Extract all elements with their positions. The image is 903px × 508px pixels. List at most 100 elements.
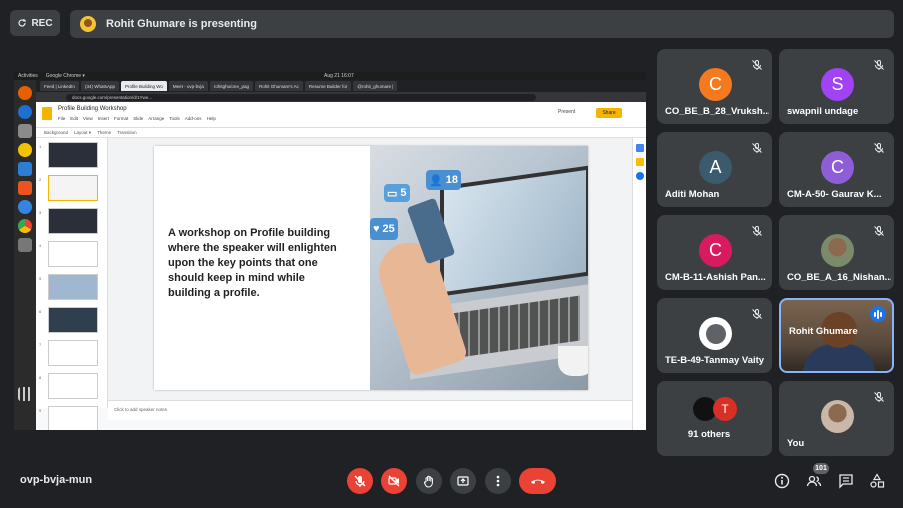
chat-icon — [839, 474, 853, 489]
comments-bubble: ▭ 5 — [384, 184, 410, 202]
coffee-cup — [558, 346, 588, 376]
camera-toggle-button[interactable] — [381, 468, 407, 494]
ubuntu-top-bar: Activities Google Chrome ▾ Aug 21 16:07 — [14, 72, 646, 80]
hang-up-icon — [530, 479, 545, 484]
slides-menu-item: Help — [206, 116, 216, 121]
presenting-banner[interactable]: Rohit Ghumare is presenting — [70, 10, 894, 38]
slide-thumbnail — [48, 406, 98, 430]
usb-icon — [18, 238, 32, 252]
participant-name: swapnil undage — [787, 106, 859, 117]
mic-off-icon — [751, 58, 763, 70]
slides-title: Profile Building Workshop — [58, 106, 127, 112]
meeting-details-button[interactable] — [773, 472, 791, 490]
activities-button[interactable] — [868, 472, 886, 490]
slide-photo: ▭ 5 👤 18 ♥ 25 — [370, 146, 588, 390]
files-icon — [18, 124, 32, 138]
speaking-indicator-icon — [870, 306, 886, 322]
chrome-tab: Profile Building Wo — [120, 81, 167, 91]
recording-button[interactable]: REC — [10, 10, 60, 36]
slides-menu-item: Arrange — [148, 116, 165, 121]
slide-thumb-number: 4 — [39, 243, 42, 248]
participant-name: 91 others — [687, 429, 731, 440]
slides-menu-item: Tools — [169, 116, 180, 121]
apps-grid-icon — [18, 387, 32, 401]
comment-icon: ▭ — [387, 187, 398, 200]
participant-tile[interactable]: CO_BE_A_16_Nishan... — [779, 215, 894, 290]
participant-tile[interactable]: T 91 others — [657, 381, 772, 456]
participant-name: CM-A-50- Gaurav K... — [787, 189, 882, 200]
participant-tile[interactable]: TE-B-49-Tanmay Vaity — [657, 298, 772, 373]
slide-thumbnail — [48, 241, 98, 267]
slides-toolbar-item: Theme — [97, 130, 112, 135]
slide-canvas: A workshop on Profile building where the… — [108, 138, 632, 400]
slide-thumb-number: 9 — [39, 408, 42, 413]
slide-thumbnail — [48, 340, 98, 366]
participant-name: Rohit Ghumare — [789, 326, 858, 337]
participants-button[interactable] — [805, 472, 823, 490]
chrome-tab: Meet - ovp-bvja — [168, 81, 208, 91]
participant-tile[interactable]: Sswapnil undage — [779, 49, 894, 124]
avatar — [821, 234, 854, 267]
chrome-icon — [18, 219, 32, 233]
avatar — [80, 16, 96, 32]
participant-tile[interactable]: A Aditi Mohan — [657, 132, 772, 207]
slides-toolbar-item: Background — [44, 130, 69, 135]
chrome-tab: @rohit_ghumare | — [353, 81, 398, 91]
mic-off-icon — [873, 390, 885, 402]
more-options-button[interactable] — [485, 468, 511, 494]
present-now-button[interactable] — [450, 468, 476, 494]
avatar: T — [713, 397, 737, 421]
participant-name: CM-B-11-Ashish Pan... — [665, 272, 766, 283]
avatar: C — [699, 68, 732, 101]
presenting-text: Rohit Ghumare is presenting — [106, 18, 257, 30]
participant-tile[interactable]: C CM-B-11-Ashish Pan... — [657, 215, 772, 290]
avatar: C — [699, 234, 732, 267]
refresh-icon — [18, 19, 27, 27]
chrome-tab: rohitghu/one_pag — [209, 81, 253, 91]
slides-logo-icon — [42, 107, 52, 120]
slide-filmstrip: 1 2 3 4 5 6 7 8 9 — [36, 138, 108, 430]
recording-label: REC — [31, 17, 53, 29]
microphone-toggle-button[interactable] — [347, 468, 373, 494]
slides-toolbar-item: Transition — [117, 130, 137, 135]
info-icon — [774, 473, 790, 489]
participant-tile[interactable]: C CM-A-50- Gaurav K... — [779, 132, 894, 207]
raise-hand-button[interactable] — [416, 468, 442, 494]
slide-text: A workshop on Profile building where the… — [168, 227, 337, 299]
avatar: S — [821, 68, 854, 101]
url-field: docs.google.com/presentation/d/1Ywe... — [66, 93, 536, 101]
avatar — [699, 317, 732, 350]
ubuntu-dock — [14, 80, 36, 430]
more-vert-icon — [496, 475, 500, 487]
chrome-tab: Resume Builder for — [304, 81, 352, 91]
tasks-icon — [636, 172, 644, 180]
slides-menu-item: Slide — [133, 116, 144, 121]
thunderbird-icon — [18, 105, 32, 119]
activities-label: Activities — [18, 73, 38, 79]
mic-off-icon — [751, 141, 763, 153]
chrome-address-bar: docs.google.com/presentation/d/1Ywe... — [36, 92, 646, 102]
software-icon — [18, 181, 32, 195]
slides-menu-item: Insert — [97, 116, 109, 121]
chrome-tab: Feed | LinkedIn — [40, 81, 79, 91]
google-slides: Profile Building Workshop File Edit View In… — [36, 102, 646, 430]
people-icon — [806, 475, 822, 487]
avatar-cartoon — [705, 323, 726, 344]
camera-off-icon — [388, 475, 400, 487]
participant-tile[interactable]: Rohit Ghumare — [779, 298, 894, 373]
mic-off-icon — [751, 307, 763, 319]
slide-thumb-number: 7 — [39, 342, 42, 347]
present-label: Present — [558, 109, 576, 115]
slide-thumbnail — [48, 208, 98, 234]
slide-thumb-number: 1 — [39, 144, 42, 149]
mic-off-icon — [751, 224, 763, 236]
leave-call-button[interactable] — [519, 468, 556, 494]
participant-tile[interactable]: C CO_BE_B_28_Vruksh... — [657, 49, 772, 124]
slide-thumbnail — [48, 175, 98, 201]
participant-video-body — [803, 344, 875, 371]
participant-tile[interactable]: You — [779, 381, 894, 456]
chat-button[interactable] — [837, 472, 855, 490]
slide-thumb-number: 8 — [39, 375, 42, 380]
slide-thumb-number: 6 — [39, 309, 42, 314]
chrome-tab-strip: Feed | LinkedIn (34) WhatsApp Profile Buil… — [36, 80, 646, 92]
